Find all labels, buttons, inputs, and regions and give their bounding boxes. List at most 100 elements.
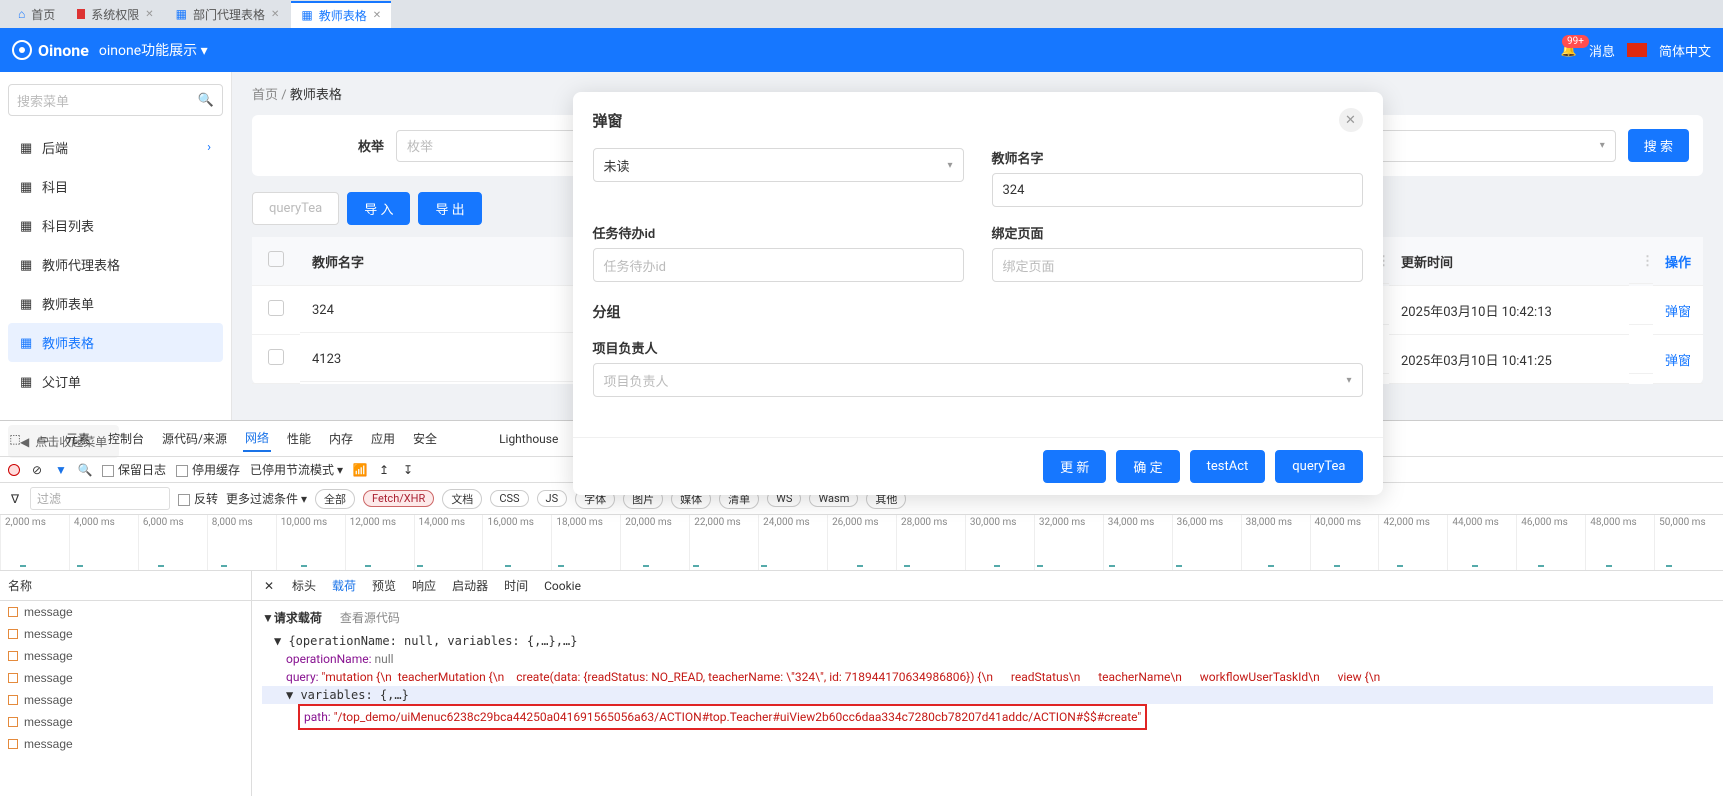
col-menu-icon[interactable]: ⋮ <box>1629 240 1653 284</box>
teacher-name-input[interactable]: 324 <box>992 173 1363 207</box>
rtab-timing[interactable]: 时间 <box>504 577 528 594</box>
dialog: 弹窗 ✕ 未读▾ 教师名字 324 任务待办id 任务待办id <box>573 92 1383 495</box>
request-item[interactable]: message <box>0 667 251 689</box>
row-checkbox[interactable] <box>268 349 284 365</box>
download-icon[interactable]: ↧ <box>401 463 415 477</box>
tab-teacher[interactable]: ▦教师表格✕ <box>291 1 391 28</box>
app-tab-bar: ⌂首页 系统权限✕ ▦部门代理表格✕ ▦教师表格✕ <box>0 0 1723 28</box>
row-action-link[interactable]: 弹窗 <box>1653 336 1703 384</box>
task-id-input[interactable]: 任务待办id <box>593 248 964 282</box>
dt-tab-memory[interactable]: 内存 <box>327 426 355 451</box>
main-content: 首页 / 教师表格 枚举 枚举▾ 搜 索 queryTea 导 入 导 出 教师… <box>232 72 1723 420</box>
owner-label: 项目负责人 <box>593 338 1363 357</box>
keep-log-checkbox[interactable]: 保留日志 <box>102 461 166 478</box>
network-filter-input[interactable]: 过滤 <box>30 487 170 510</box>
dialog-close-button[interactable]: ✕ <box>1339 108 1363 132</box>
disable-cache-checkbox[interactable]: 停用缓存 <box>176 461 240 478</box>
status-select[interactable]: 未读▾ <box>593 148 964 182</box>
rtab-initiator[interactable]: 启动器 <box>452 577 488 594</box>
nav-teacher-form[interactable]: ▦教师表单 <box>8 284 223 323</box>
nav-teacher-table[interactable]: ▦教师表格 <box>8 323 223 362</box>
search-button[interactable]: 搜 索 <box>1628 129 1689 162</box>
notice-label[interactable]: 消息 <box>1589 41 1615 60</box>
nav-backend[interactable]: ▦后端› <box>8 128 223 167</box>
logo: Oinone <box>12 40 89 60</box>
funnel-icon[interactable]: ∇ <box>8 492 22 506</box>
dt-tab-lighthouse[interactable]: Lighthouse <box>497 428 560 450</box>
type-css[interactable]: CSS <box>490 490 528 507</box>
filter-label: 枚举 <box>358 136 384 155</box>
type-doc[interactable]: 文档 <box>442 489 482 509</box>
filter-icon[interactable]: ▼ <box>54 463 68 477</box>
payload-body: ▼请求载荷 查看源代码 ▼ {operationName: null, vari… <box>252 601 1723 796</box>
close-detail-icon[interactable]: ✕ <box>262 579 276 593</box>
request-item[interactable]: message <box>0 733 251 755</box>
row-checkbox[interactable] <box>268 300 284 316</box>
nav-subject[interactable]: ▦科目 <box>8 167 223 206</box>
record-icon[interactable] <box>8 464 20 476</box>
language-selector[interactable]: 简体中文 <box>1659 41 1711 60</box>
type-fetch[interactable]: Fetch/XHR <box>363 490 434 507</box>
notification-bell[interactable]: 🔔99+ <box>1561 43 1577 58</box>
rtab-preview[interactable]: 预览 <box>372 577 396 594</box>
nav-parent-order[interactable]: ▦父订单 <box>8 362 223 401</box>
inspect-icon[interactable]: ⬚ <box>8 432 22 446</box>
close-icon[interactable]: ✕ <box>145 9 153 20</box>
device-icon[interactable]: ▭ <box>36 432 50 446</box>
rtab-response[interactable]: 响应 <box>412 577 436 594</box>
task-id-label: 任务待办id <box>593 223 964 242</box>
request-item[interactable]: message <box>0 623 251 645</box>
clear-icon[interactable]: ⊘ <box>30 463 44 477</box>
dt-tab-app[interactable]: 应用 <box>369 426 397 451</box>
app-selector[interactable]: oinone功能展示 ▾ <box>99 40 208 60</box>
view-source-link[interactable]: 查看源代码 <box>340 609 400 626</box>
sidebar: 搜索菜单🔍 ▦后端› ▦科目 ▦科目列表 ▦教师代理表格 ▦教师表单 ▦教师表格… <box>0 72 232 420</box>
request-item[interactable]: message <box>0 601 251 623</box>
type-js[interactable]: JS <box>537 490 568 507</box>
export-button[interactable]: 导 出 <box>418 192 481 225</box>
throttle-select[interactable]: 已停用节流模式 ▾ <box>250 461 343 478</box>
dt-tab-console[interactable]: 控制台 <box>106 426 146 451</box>
wifi-icon[interactable]: 📶 <box>353 463 367 477</box>
queryTea-button[interactable]: queryTea <box>252 192 339 225</box>
sidebar-search[interactable]: 搜索菜单🔍 <box>8 84 223 116</box>
col-time: 更新时间 <box>1389 238 1629 286</box>
update-button[interactable]: 更 新 <box>1043 450 1106 483</box>
dt-tab-perf[interactable]: 性能 <box>285 426 313 451</box>
testAct-button[interactable]: testAct <box>1190 450 1266 483</box>
rtab-headers[interactable]: 标头 <box>292 577 316 594</box>
chevron-down-icon: ▾ <box>1600 140 1605 151</box>
owner-select[interactable]: 项目负责人▾ <box>593 363 1363 397</box>
more-filters[interactable]: 更多过滤条件 ▾ <box>226 490 307 507</box>
dt-tab-elements[interactable]: 元素 <box>64 426 92 451</box>
tab-perm[interactable]: 系统权限✕ <box>67 2 163 27</box>
invert-checkbox[interactable]: 反转 <box>178 490 218 507</box>
request-item[interactable]: message <box>0 645 251 667</box>
dt-tab-security[interactable]: 安全 <box>411 426 439 451</box>
network-timeline[interactable]: 2,000 ms4,000 ms6,000 ms8,000 ms10,000 m… <box>0 515 1723 571</box>
rtab-cookie[interactable]: Cookie <box>544 579 581 593</box>
nav-subject-list[interactable]: ▦科目列表 <box>8 206 223 245</box>
queryTea-button[interactable]: queryTea <box>1275 450 1362 483</box>
import-button[interactable]: 导 入 <box>347 192 410 225</box>
request-item[interactable]: message <box>0 689 251 711</box>
tab-home[interactable]: ⌂首页 <box>8 2 65 27</box>
ok-button[interactable]: 确 定 <box>1116 450 1179 483</box>
bind-page-input[interactable]: 绑定页面 <box>992 248 1363 282</box>
tab-dept[interactable]: ▦部门代理表格✕ <box>166 2 290 27</box>
dt-tab-sources[interactable]: 源代码/来源 <box>160 426 229 451</box>
select-all-checkbox[interactable] <box>268 251 284 267</box>
close-icon[interactable]: ✕ <box>373 10 381 21</box>
nav-teacher-proxy[interactable]: ▦教师代理表格 <box>8 245 223 284</box>
dt-tab-network[interactable]: 网络 <box>243 425 271 452</box>
search-icon[interactable]: 🔍 <box>78 463 92 477</box>
close-icon[interactable]: ✕ <box>271 9 279 20</box>
col-act: 操作 <box>1653 238 1703 286</box>
dialog-title: 弹窗 <box>593 110 623 131</box>
row-action-link[interactable]: 弹窗 <box>1653 287 1703 335</box>
rtab-payload[interactable]: 载荷 <box>332 577 356 594</box>
flag-icon <box>1627 43 1647 57</box>
request-item[interactable]: message <box>0 711 251 733</box>
type-all[interactable]: 全部 <box>315 489 355 509</box>
upload-icon[interactable]: ↥ <box>377 463 391 477</box>
